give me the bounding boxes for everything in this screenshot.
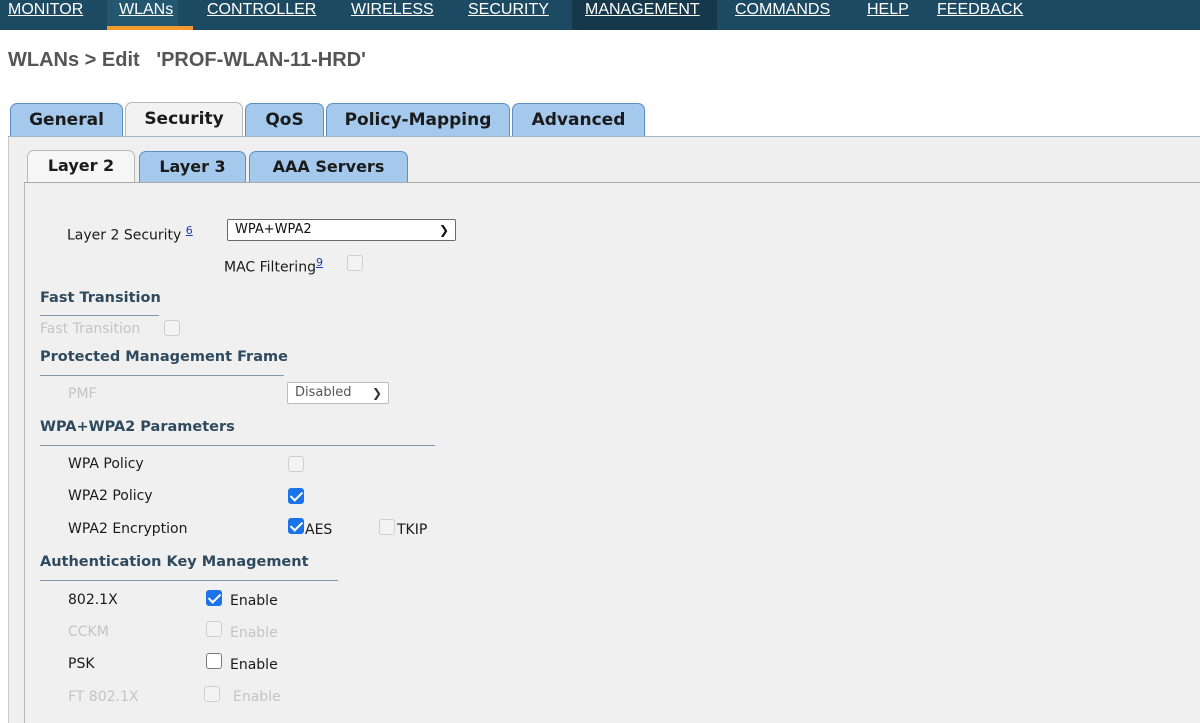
aes-checkbox[interactable]	[288, 518, 304, 534]
fast-transition-checkbox[interactable]	[164, 320, 180, 336]
mac-filtering-footnote-link[interactable]: 9	[316, 256, 323, 269]
subtab-aaa-servers[interactable]: AAA Servers	[249, 151, 408, 183]
wpa-policy-label: WPA Policy	[68, 456, 144, 472]
nav-feedback[interactable]: FEEDBACK	[937, 0, 1023, 30]
akm-psk-option: Enable	[230, 657, 278, 673]
fast-transition-heading: Fast Transition	[40, 290, 161, 306]
nav-security[interactable]: SECURITY	[468, 0, 549, 30]
layer2-panel	[24, 183, 1200, 723]
page-title: WLANs > Edit 'PROF-WLAN-11-HRD'	[8, 49, 366, 71]
tab-qos[interactable]: QoS	[245, 103, 324, 137]
akm-psk-label: PSK	[68, 656, 95, 672]
tkip-label: TKIP	[397, 522, 428, 538]
akm-8021x-label: 802.1X	[68, 592, 118, 608]
tab-advanced[interactable]: Advanced	[512, 103, 645, 137]
fast-transition-label: Fast Transition	[40, 321, 141, 337]
akm-cckm-checkbox[interactable]	[206, 621, 222, 637]
akm-8021x-checkbox[interactable]	[206, 590, 222, 606]
subtab-layer-3[interactable]: Layer 3	[139, 151, 246, 183]
layer2-security-value: WPA+WPA2	[235, 222, 312, 237]
pmf-heading: Protected Management Frame	[40, 349, 288, 365]
pmf-value: Disabled	[295, 385, 352, 400]
akm-cckm-label: CCKM	[68, 624, 109, 640]
akm-ft-8021x-option: Enable	[233, 689, 281, 705]
wpa2-policy-label: WPA2 Policy	[68, 488, 153, 504]
subtab-layer-2[interactable]: Layer 2	[27, 150, 135, 184]
pmf-label: PMF	[68, 386, 97, 402]
akm-cckm-option: Enable	[230, 625, 278, 641]
akm-ft-8021x-label: FT 802.1X	[68, 689, 139, 705]
layer2-security-footnote-link[interactable]: 6	[186, 224, 193, 237]
layer2-security-label: Layer 2 Security	[67, 227, 182, 244]
akm-divider	[40, 580, 338, 581]
aes-label: AES	[305, 522, 333, 538]
akm-psk-checkbox[interactable]	[206, 653, 222, 669]
mac-filtering-row: MAC Filtering9	[224, 255, 323, 276]
pmf-select[interactable]: Disabled ❯	[287, 382, 389, 404]
nav-controller[interactable]: CONTROLLER	[207, 0, 316, 30]
akm-8021x-option: Enable	[230, 593, 278, 609]
wpa2-policy-checkbox[interactable]	[288, 488, 304, 504]
nav-management[interactable]: MANAGEMENT	[585, 0, 700, 30]
mac-filtering-label: MAC Filtering	[224, 259, 316, 276]
fast-transition-divider	[40, 315, 159, 316]
wpa2-encryption-label: WPA2 Encryption	[68, 521, 188, 537]
tkip-checkbox[interactable]	[379, 519, 395, 535]
wpa-params-divider	[40, 445, 435, 446]
nav-monitor[interactable]: MONITOR	[8, 0, 83, 30]
chevron-down-icon: ❯	[438, 223, 449, 237]
chevron-down-icon: ❯	[371, 386, 382, 400]
nav-commands[interactable]: COMMANDS	[735, 0, 830, 30]
wpa-params-heading: WPA+WPA2 Parameters	[40, 419, 235, 435]
nav-wireless[interactable]: WIRELESS	[351, 0, 434, 30]
tab-policy-mapping[interactable]: Policy-Mapping	[326, 103, 510, 137]
tab-general[interactable]: General	[10, 103, 123, 137]
akm-heading: Authentication Key Management	[40, 554, 309, 570]
nav-help[interactable]: HELP	[867, 0, 909, 30]
mac-filtering-checkbox[interactable]	[347, 255, 363, 271]
pmf-divider	[40, 375, 284, 376]
tab-security[interactable]: Security	[125, 102, 243, 138]
nav-active-indicator	[107, 26, 193, 30]
top-nav: MONITOR WLANs CONTROLLER WIRELESS SECURI…	[0, 0, 1200, 30]
layer2-security-select[interactable]: WPA+WPA2 ❯	[227, 219, 456, 241]
wpa-policy-checkbox[interactable]	[288, 456, 304, 472]
layer2-security-row: Layer 2 Security 6	[67, 223, 193, 244]
akm-ft-8021x-checkbox[interactable]	[204, 686, 220, 702]
